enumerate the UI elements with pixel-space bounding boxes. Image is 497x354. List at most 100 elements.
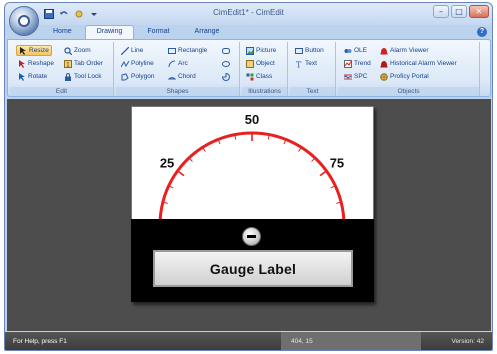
- illustrations-group: Picture Object Class Illustrations: [242, 42, 288, 96]
- maximize-button[interactable]: □: [451, 5, 467, 18]
- gauge-tick-label: 25: [160, 155, 174, 170]
- gauge-major-tick: [177, 170, 185, 177]
- zoom-label: Zoom: [74, 47, 91, 54]
- alarm-viewer-label: Alarm Viewer: [390, 47, 429, 54]
- resize-button[interactable]: Resize: [16, 45, 52, 56]
- class-button[interactable]: Class: [244, 71, 274, 82]
- text-tool-button[interactable]: T Text: [293, 58, 319, 69]
- object-button[interactable]: Object: [244, 58, 277, 69]
- picture-button[interactable]: Picture: [244, 45, 278, 56]
- tab-order-button[interactable]: 1 Tab Order: [62, 58, 105, 69]
- reshape-icon: [19, 59, 25, 68]
- tab-order-label: Tab Order: [74, 60, 103, 67]
- polygon-icon: [121, 72, 129, 80]
- proficy-portal-label: Proficy Portal: [390, 73, 429, 80]
- button-label: Button: [305, 47, 324, 54]
- tab-home[interactable]: Home: [41, 25, 84, 39]
- picture-label: Picture: [256, 47, 277, 54]
- gauge-label-box[interactable]: Gauge Label: [153, 250, 353, 287]
- historical-alarm-viewer-button[interactable]: Historical Alarm Viewer: [378, 58, 459, 69]
- drawing-workspace[interactable]: 0255075100 Gauge Label: [7, 99, 491, 331]
- svg-text:1: 1: [66, 61, 70, 68]
- status-position: 404, 15: [281, 332, 421, 350]
- object-icon: [246, 59, 254, 68]
- document-canvas[interactable]: 0255075100 Gauge Label: [131, 106, 374, 302]
- rounded-rectangle-button[interactable]: [220, 45, 232, 56]
- text-group-label: Text: [290, 87, 335, 96]
- reshape-label: Reshape: [28, 60, 55, 67]
- rotate-icon: [19, 72, 25, 81]
- window-title: CimEdit1* - CimEdit: [213, 8, 284, 17]
- gauge-minor-tick: [188, 157, 193, 162]
- button-tool-button[interactable]: Button: [293, 45, 326, 56]
- tool-lock-button[interactable]: Tool Lock: [62, 71, 103, 82]
- polyline-icon: [121, 60, 129, 67]
- title-bar: CimEdit1* - CimEdit – □ ✕: [5, 3, 492, 36]
- ole-button[interactable]: OLE: [342, 45, 369, 56]
- ribbon: Resize Zoom Reshape 1 Tab Order Rotate T…: [7, 39, 491, 97]
- rounded-rectangle-icon: [222, 47, 230, 54]
- trend-button[interactable]: Trend: [342, 58, 373, 69]
- ellipse-icon: [222, 60, 230, 67]
- spc-label: SPC: [354, 73, 368, 80]
- rotate-button[interactable]: Rotate: [16, 71, 49, 82]
- trend-label: Trend: [354, 60, 371, 67]
- status-version: Version: 42: [451, 338, 484, 345]
- shapes-group-label: Shapes: [116, 87, 239, 96]
- objects-group: OLE Alarm Viewer Trend Historical Alarm …: [338, 42, 480, 96]
- app-window: CimEdit1* - CimEdit – □ ✕ Home Drawing F…: [4, 2, 493, 351]
- pie-button[interactable]: [220, 71, 232, 82]
- chord-label: Chord: [178, 73, 196, 80]
- status-bar: For Help, press F1 404, 15 Version: 42: [5, 332, 492, 350]
- gauge-tick-label: 75: [330, 155, 344, 170]
- text-label: Text: [305, 60, 317, 67]
- gauge-label: Gauge Label: [209, 260, 297, 277]
- alarm-bell-icon: [380, 47, 388, 54]
- tab-order-icon: 1: [64, 59, 72, 68]
- gauge-center-button[interactable]: [242, 227, 261, 246]
- edit-group: Resize Zoom Reshape 1 Tab Order Rotate T…: [10, 42, 114, 96]
- button-icon: [295, 47, 303, 54]
- spc-button[interactable]: SPC: [342, 71, 369, 82]
- alarm-viewer-button[interactable]: Alarm Viewer: [378, 45, 431, 56]
- polygon-label: Polygon: [131, 73, 155, 80]
- minimize-button[interactable]: –: [433, 5, 449, 18]
- polyline-button[interactable]: Polyline: [119, 58, 156, 69]
- arc-button[interactable]: Arc: [166, 58, 190, 69]
- proficy-portal-button[interactable]: Proficy Portal: [378, 71, 431, 82]
- historical-alarm-viewer-label: Historical Alarm Viewer: [390, 60, 457, 67]
- class-label: Class: [256, 73, 273, 80]
- tab-format[interactable]: Format: [135, 25, 181, 39]
- svg-text:T: T: [296, 60, 302, 68]
- tab-drawing[interactable]: Drawing: [84, 25, 135, 39]
- zoom-button[interactable]: Zoom: [62, 45, 93, 56]
- close-button[interactable]: ✕: [469, 5, 489, 18]
- arrow-cursor-icon: [20, 46, 26, 55]
- minus-icon: [247, 235, 256, 238]
- help-icon[interactable]: ?: [477, 27, 487, 37]
- tab-arrange[interactable]: Arrange: [183, 25, 232, 39]
- ribbon-tabs: Home Drawing Format Arrange: [41, 25, 231, 39]
- picture-icon: [246, 46, 254, 55]
- objects-group-label: Objects: [338, 87, 479, 96]
- gauge-dial-area: 0255075100: [131, 106, 374, 264]
- rotate-label: Rotate: [28, 73, 48, 80]
- gauge-major-tick: [319, 170, 327, 177]
- status-help-text: For Help, press F1: [13, 338, 67, 345]
- chord-icon: [168, 76, 176, 79]
- app-logo-icon: [18, 15, 30, 27]
- polygon-button[interactable]: Polygon: [119, 71, 157, 82]
- chord-button[interactable]: Chord: [166, 71, 198, 82]
- resize-label: Resize: [29, 47, 49, 54]
- window-controls: – □ ✕: [433, 5, 489, 18]
- application-menu-button[interactable]: [9, 6, 39, 36]
- line-icon: [121, 46, 129, 55]
- gauge-panel: Gauge Label: [131, 219, 374, 302]
- gauge-arc: [158, 131, 346, 254]
- line-button[interactable]: Line: [119, 45, 145, 56]
- rectangle-button[interactable]: Rectangle: [166, 45, 209, 56]
- reshape-button[interactable]: Reshape: [16, 58, 56, 69]
- polyline-label: Polyline: [131, 60, 154, 67]
- lock-icon: [65, 72, 71, 81]
- ellipse-button[interactable]: [220, 58, 232, 69]
